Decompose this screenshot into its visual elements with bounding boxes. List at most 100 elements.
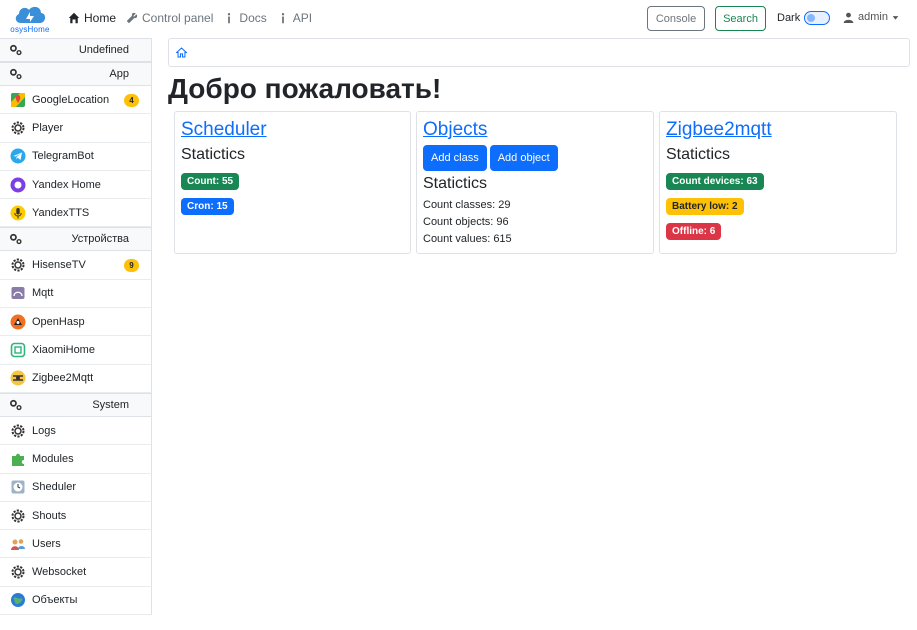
microphone-icon: [10, 205, 26, 221]
sidebar-item-hisensetv[interactable]: HisenseTV 9: [0, 251, 152, 280]
sidebar-item-yandex-home[interactable]: Yandex Home: [0, 170, 152, 200]
sidebar-group-label: Устройства: [71, 233, 129, 246]
count-badge: 4: [124, 94, 139, 107]
sidebar-item-googlelocation[interactable]: GoogleLocation 4: [0, 86, 152, 115]
count-devices-badge: Count devices: 63: [666, 173, 764, 190]
zigbee2mqtt-card-title[interactable]: Zigbee2mqtt: [666, 118, 772, 142]
sidebar-item-telegrambot[interactable]: TelegramBot: [0, 142, 152, 171]
home-icon[interactable]: [176, 47, 187, 58]
sidebar-item-zigbee2mqtt[interactable]: Zigbee2Mqtt: [0, 364, 152, 393]
info-icon: [228, 13, 231, 24]
map-pin-icon: [10, 92, 26, 108]
sidebar-item-objects[interactable]: Объекты: [0, 586, 152, 616]
gears-icon: [9, 44, 22, 56]
statistics-heading: Statictics: [423, 175, 488, 192]
wrench-icon: [126, 12, 138, 24]
search-button[interactable]: Search: [715, 6, 766, 31]
scheduler-card: Scheduler Statictics Count: 55 Cron: 15: [174, 111, 411, 254]
add-object-button[interactable]: Add object: [489, 145, 558, 171]
breadcrumb: [168, 38, 910, 67]
gears-icon: [9, 68, 22, 80]
sidebar-item-label: Yandex Home: [32, 178, 101, 191]
sidebar-item-users[interactable]: Users: [0, 530, 152, 559]
sidebar-item-label: Zigbee2Mqtt: [32, 372, 94, 385]
sidebar-group-label: App: [109, 68, 129, 80]
nav-links: Home Control panel Docs API: [68, 11, 312, 25]
sidebar-item-label: HisenseTV: [32, 259, 86, 272]
sidebar-item-yandextts[interactable]: YandexTTS: [0, 199, 152, 228]
sidebar-item-logs[interactable]: Logs: [0, 416, 152, 446]
nav-control-panel[interactable]: Control panel: [126, 11, 213, 25]
xiaomi-home-icon: [10, 342, 26, 358]
home-icon: [68, 12, 80, 24]
sidebar-item-modules[interactable]: Modules: [0, 445, 152, 474]
gear-icon: [10, 423, 26, 439]
user-menu[interactable]: admin: [843, 11, 899, 23]
sidebar-item-label: Sheduler: [32, 481, 77, 494]
count-objects-stat: Count objects: 96: [423, 216, 509, 228]
sidebar-item-sheduler[interactable]: Sheduler: [0, 473, 152, 502]
sidebar-item-label: OpenHasp: [32, 315, 85, 328]
statistics-heading: Statictics: [666, 146, 731, 163]
info-icon: [281, 13, 284, 24]
sidebar-group-app[interactable]: App: [0, 62, 152, 86]
console-button[interactable]: Console: [647, 6, 705, 31]
sidebar-item-xiaomihome[interactable]: XiaomiHome: [0, 336, 152, 365]
sidebar: Undefined App GoogleLocation 4 Player Te…: [0, 38, 152, 630]
sidebar-group-undefined[interactable]: Undefined: [0, 38, 152, 62]
sidebar-item-mqtt[interactable]: Mqtt: [0, 279, 152, 309]
gear-icon: [10, 120, 26, 136]
yandex-alice-icon: [10, 177, 26, 193]
dark-mode-toggle[interactable]: Dark: [777, 11, 831, 25]
brand-name: osysHome: [10, 25, 50, 34]
sidebar-group-devices[interactable]: Устройства: [0, 227, 152, 252]
openhasp-icon: [10, 314, 26, 330]
sidebar-item-label: Modules: [32, 452, 74, 465]
sidebar-item-label: TelegramBot: [32, 150, 94, 163]
nav-home[interactable]: Home: [68, 11, 116, 25]
sidebar-item-label: Websocket: [32, 566, 87, 579]
gears-icon: [9, 234, 22, 245]
scheduler-card-title[interactable]: Scheduler: [181, 118, 267, 142]
nav-api[interactable]: API: [277, 11, 312, 25]
sidebar-item-label: Объекты: [32, 594, 78, 607]
nav-docs-label: Docs: [239, 11, 267, 25]
sidebar-group-system[interactable]: System: [0, 392, 152, 417]
telegram-icon: [10, 148, 26, 164]
users-icon: [10, 536, 26, 552]
sidebar-group-label: System: [92, 398, 129, 411]
count-values-stat: Count values: 615: [423, 233, 512, 245]
sidebar-item-websocket[interactable]: Websocket: [0, 558, 152, 587]
sidebar-item-label: Shouts: [32, 509, 67, 522]
sidebar-item-label: Users: [32, 537, 61, 550]
sidebar-item-label: GoogleLocation: [32, 93, 110, 106]
gear-icon: [10, 508, 26, 524]
sidebar-item-shouts[interactable]: Shouts: [0, 501, 152, 531]
caret-down-icon: [892, 15, 899, 20]
cron-badge: Cron: 15: [181, 198, 234, 215]
dark-mode-label: Dark: [777, 12, 801, 24]
cloud-logo-icon: [15, 6, 46, 23]
zigbee-bee-icon: [10, 370, 26, 386]
battery-low-badge: Battery low: 2: [666, 198, 744, 215]
gear-icon: [10, 257, 26, 273]
sidebar-group-label: Undefined: [78, 44, 129, 56]
gear-icon: [10, 564, 26, 580]
sidebar-item-label: Mqtt: [32, 287, 54, 300]
sidebar-item-openhasp[interactable]: OpenHasp: [0, 308, 152, 337]
statistics-heading: Statictics: [181, 146, 246, 163]
nav-docs[interactable]: Docs: [223, 11, 267, 25]
sidebar-item-label: YandexTTS: [32, 206, 90, 219]
brand-logo[interactable]: osysHome: [10, 3, 50, 37]
sidebar-item-player[interactable]: Player: [0, 114, 152, 143]
page-title: Добро пожаловать!: [168, 73, 442, 104]
globe-icon: [10, 592, 26, 608]
dark-mode-switch[interactable]: [804, 11, 831, 25]
objects-card: Objects Add class Add object Statictics …: [416, 111, 654, 254]
nav-api-label: API: [292, 11, 313, 25]
top-navbar: osysHome Home Control panel Docs API Con…: [0, 0, 917, 38]
offline-badge: Offline: 6: [666, 223, 722, 240]
add-class-button[interactable]: Add class: [423, 145, 487, 171]
objects-card-title[interactable]: Objects: [423, 118, 487, 142]
count-classes-stat: Count classes: 29: [423, 199, 511, 211]
